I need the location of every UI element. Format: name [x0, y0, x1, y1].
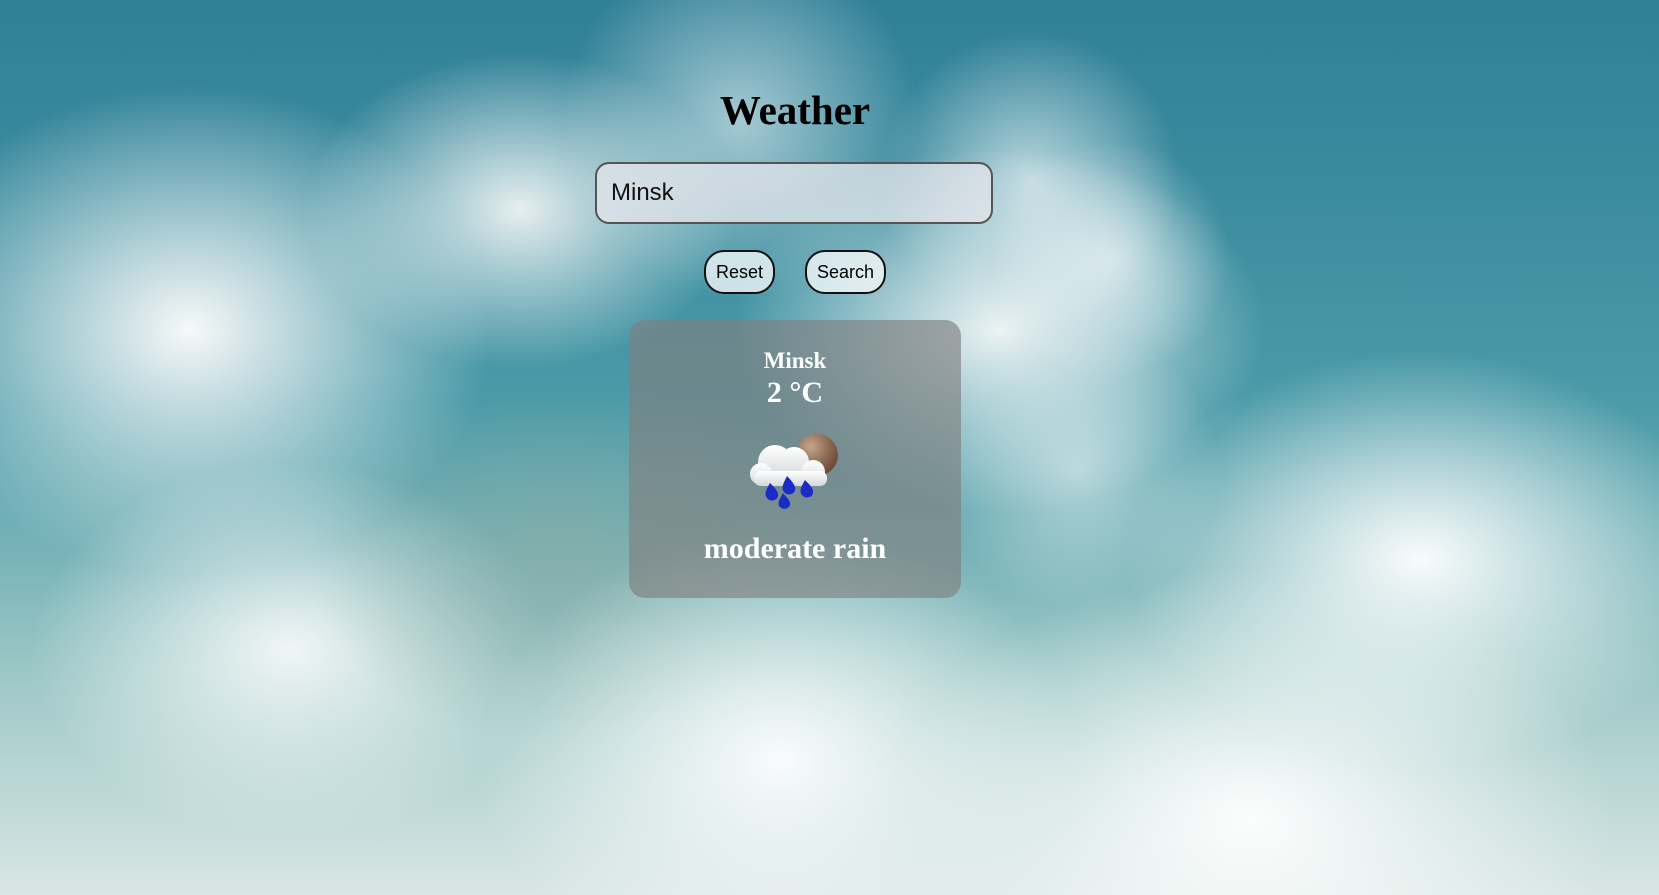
- moderate-rain-icon: [750, 434, 838, 509]
- weather-card: Minsk 2 °C moderate rain: [629, 320, 961, 598]
- weather-temperature: 2 °C: [766, 376, 824, 409]
- search-button[interactable]: Search: [805, 250, 886, 294]
- city-search-input[interactable]: [595, 162, 993, 224]
- weather-city: Minsk: [763, 348, 827, 373]
- page-title: Weather: [719, 87, 871, 133]
- reset-button[interactable]: Reset: [704, 250, 775, 294]
- weather-description: moderate rain: [703, 532, 887, 565]
